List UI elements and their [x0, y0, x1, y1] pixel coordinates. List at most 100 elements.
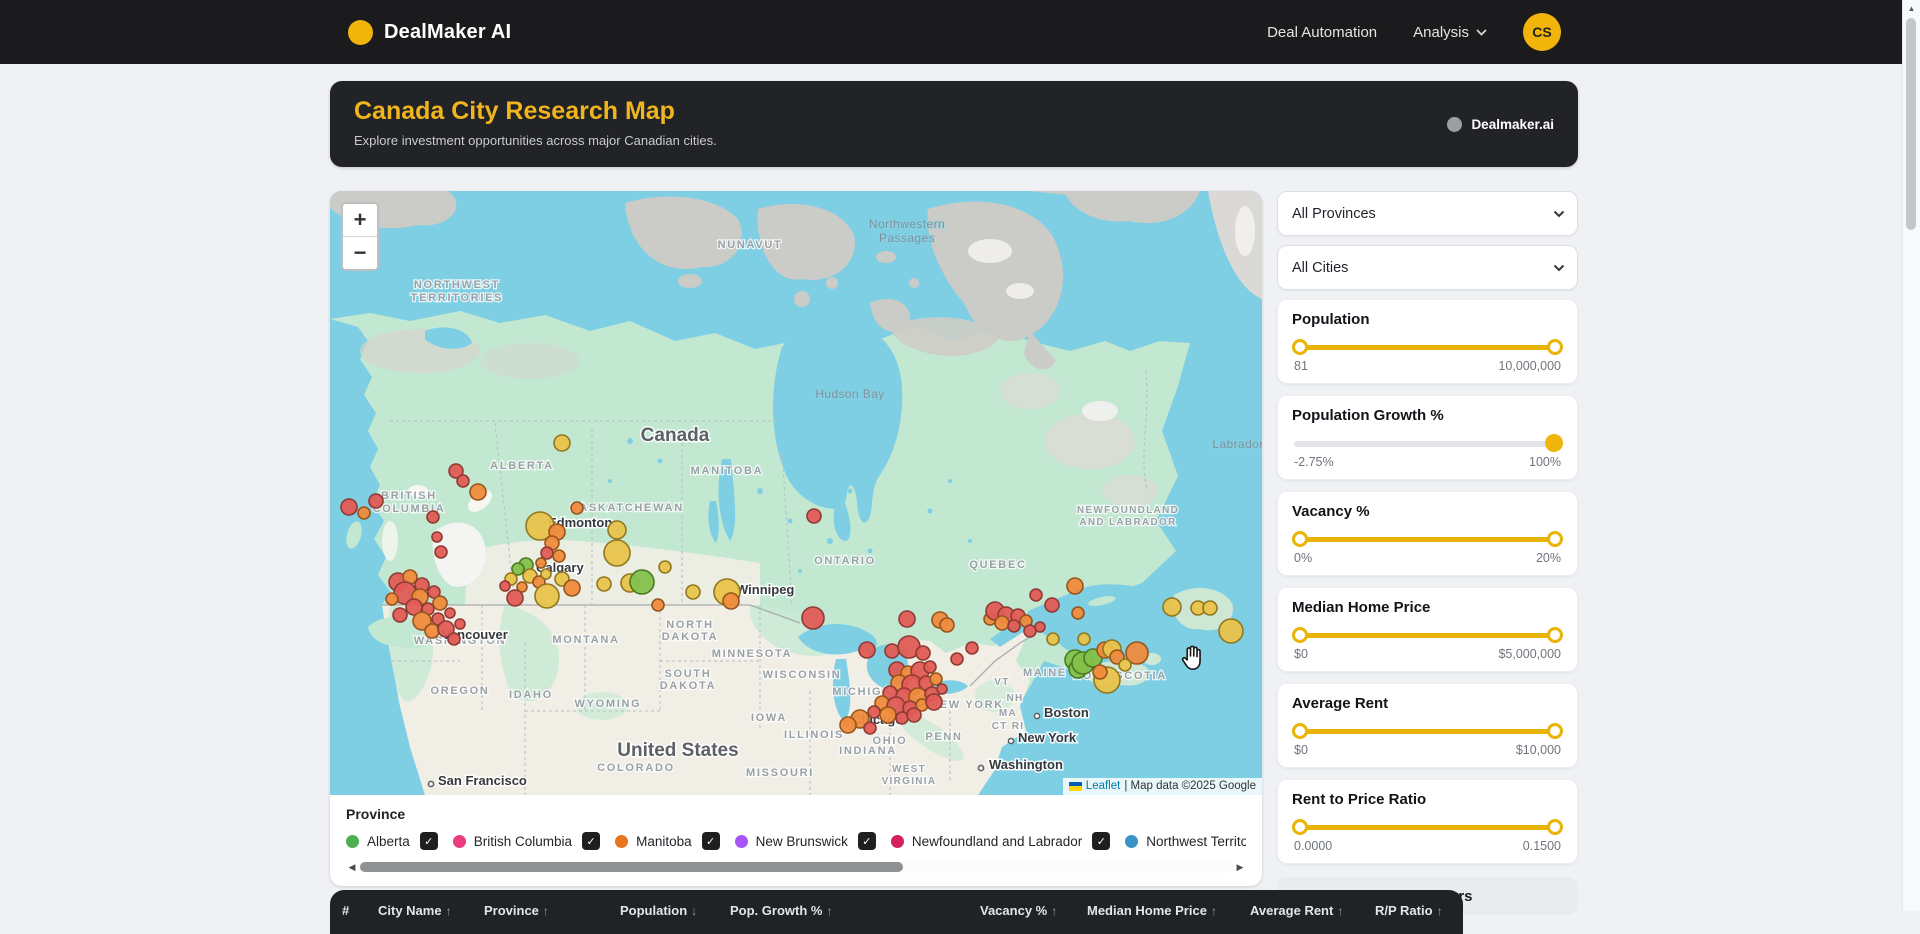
city-marker[interactable]	[427, 511, 439, 523]
leaflet-link[interactable]: Leaflet	[1086, 780, 1121, 792]
scroll-left-icon[interactable]: ◀	[346, 862, 358, 873]
city-marker[interactable]	[1045, 598, 1059, 612]
city-marker[interactable]	[926, 694, 942, 710]
city-marker[interactable]	[995, 616, 1009, 630]
legend-checkbox[interactable]: ✓	[582, 832, 600, 850]
city-marker[interactable]	[1203, 601, 1217, 615]
city-marker[interactable]	[924, 661, 936, 673]
scroll-right-icon[interactable]: ▶	[1234, 862, 1246, 873]
city-marker[interactable]	[940, 618, 954, 632]
city-select[interactable]: All Cities	[1277, 245, 1578, 290]
city-marker[interactable]	[966, 642, 978, 654]
slider-track[interactable]	[1294, 633, 1561, 638]
slider-handle-right[interactable]	[1547, 819, 1563, 835]
nav-link-analysis[interactable]: Analysis	[1413, 24, 1487, 41]
city-marker[interactable]	[930, 673, 942, 685]
city-marker[interactable]	[608, 521, 626, 539]
leaflet-map[interactable]: NUNAVUTNORTHWESTTERRITORIESNorthwesternP…	[330, 191, 1262, 795]
city-marker[interactable]	[393, 608, 407, 622]
slider-handle-right[interactable]	[1547, 339, 1563, 355]
city-marker[interactable]	[686, 585, 700, 599]
page-scroll-thumb[interactable]	[1906, 18, 1916, 230]
city-marker[interactable]	[369, 494, 383, 508]
slider-handle-left[interactable]	[1292, 819, 1308, 835]
city-marker[interactable]	[433, 596, 447, 610]
scroll-up-icon[interactable]: ▲	[1903, 0, 1920, 16]
city-marker[interactable]	[1163, 598, 1181, 616]
city-marker[interactable]	[536, 558, 546, 568]
slider-handle-right[interactable]	[1547, 531, 1563, 547]
user-avatar[interactable]: CS	[1523, 13, 1561, 51]
city-marker[interactable]	[1078, 633, 1090, 645]
city-marker[interactable]	[868, 706, 880, 718]
city-marker[interactable]	[1030, 589, 1042, 601]
city-marker[interactable]	[840, 717, 856, 733]
city-marker[interactable]	[630, 570, 654, 594]
city-marker[interactable]	[571, 502, 583, 514]
legend-checkbox[interactable]: ✓	[420, 832, 438, 850]
city-marker[interactable]	[652, 599, 664, 611]
slider-handle[interactable]	[1545, 434, 1563, 452]
city-marker[interactable]	[1219, 619, 1243, 643]
brand[interactable]: DealMaker AI	[348, 0, 511, 64]
city-marker[interactable]	[1047, 633, 1059, 645]
city-marker[interactable]	[1008, 620, 1020, 632]
city-marker[interactable]	[425, 624, 439, 638]
slider-handle-left[interactable]	[1292, 531, 1308, 547]
city-marker[interactable]	[448, 633, 460, 645]
legend-scroll-thumb[interactable]	[360, 862, 903, 872]
city-marker[interactable]	[1024, 625, 1036, 637]
slider-handle-right[interactable]	[1547, 627, 1563, 643]
city-marker[interactable]	[432, 532, 442, 542]
city-marker[interactable]	[341, 499, 357, 515]
city-marker[interactable]	[1067, 578, 1083, 594]
city-marker[interactable]	[1093, 665, 1107, 679]
city-marker[interactable]	[864, 722, 876, 734]
zoom-in-button[interactable]: +	[343, 204, 377, 236]
city-marker[interactable]	[916, 646, 930, 660]
legend-scroll-track[interactable]	[358, 861, 1234, 873]
city-marker[interactable]	[597, 577, 611, 591]
page-scrollbar[interactable]: ▲	[1902, 0, 1920, 911]
city-marker[interactable]	[951, 653, 963, 665]
slider-track[interactable]	[1294, 537, 1561, 542]
city-marker[interactable]	[553, 550, 565, 562]
slider-track[interactable]	[1294, 729, 1561, 734]
slider-handle-left[interactable]	[1292, 339, 1308, 355]
city-marker[interactable]	[1119, 659, 1131, 671]
city-marker[interactable]	[455, 619, 465, 629]
zoom-out-button[interactable]: −	[343, 236, 377, 269]
city-marker[interactable]	[507, 590, 523, 606]
slider-handle-right[interactable]	[1547, 723, 1563, 739]
city-marker[interactable]	[541, 547, 553, 559]
city-marker[interactable]	[564, 580, 580, 596]
nav-link-deal-automation[interactable]: Deal Automation	[1267, 24, 1377, 41]
slider-track[interactable]	[1294, 825, 1561, 830]
city-marker[interactable]	[880, 707, 896, 723]
city-marker[interactable]	[500, 581, 510, 591]
slider-track[interactable]	[1294, 441, 1561, 447]
city-marker[interactable]	[907, 708, 921, 722]
city-marker[interactable]	[435, 546, 447, 558]
city-marker[interactable]	[1072, 607, 1084, 619]
city-marker[interactable]	[659, 561, 671, 573]
city-marker[interactable]	[802, 607, 824, 629]
city-marker[interactable]	[859, 642, 875, 658]
legend-checkbox[interactable]: ✓	[858, 832, 876, 850]
slider-handle-left[interactable]	[1292, 723, 1308, 739]
city-marker[interactable]	[723, 593, 739, 609]
city-marker[interactable]	[358, 507, 370, 519]
city-marker[interactable]	[457, 475, 469, 487]
city-marker[interactable]	[807, 509, 821, 523]
legend-checkbox[interactable]: ✓	[702, 832, 720, 850]
legend-checkbox[interactable]: ✓	[1092, 832, 1110, 850]
city-marker[interactable]	[541, 569, 551, 579]
city-marker[interactable]	[445, 608, 455, 618]
province-select[interactable]: All Provinces	[1277, 191, 1578, 236]
city-marker[interactable]	[604, 540, 630, 566]
slider-track[interactable]	[1294, 345, 1561, 350]
city-marker[interactable]	[937, 684, 947, 694]
city-marker[interactable]	[470, 484, 486, 500]
slider-handle-left[interactable]	[1292, 627, 1308, 643]
city-marker[interactable]	[1035, 622, 1045, 632]
